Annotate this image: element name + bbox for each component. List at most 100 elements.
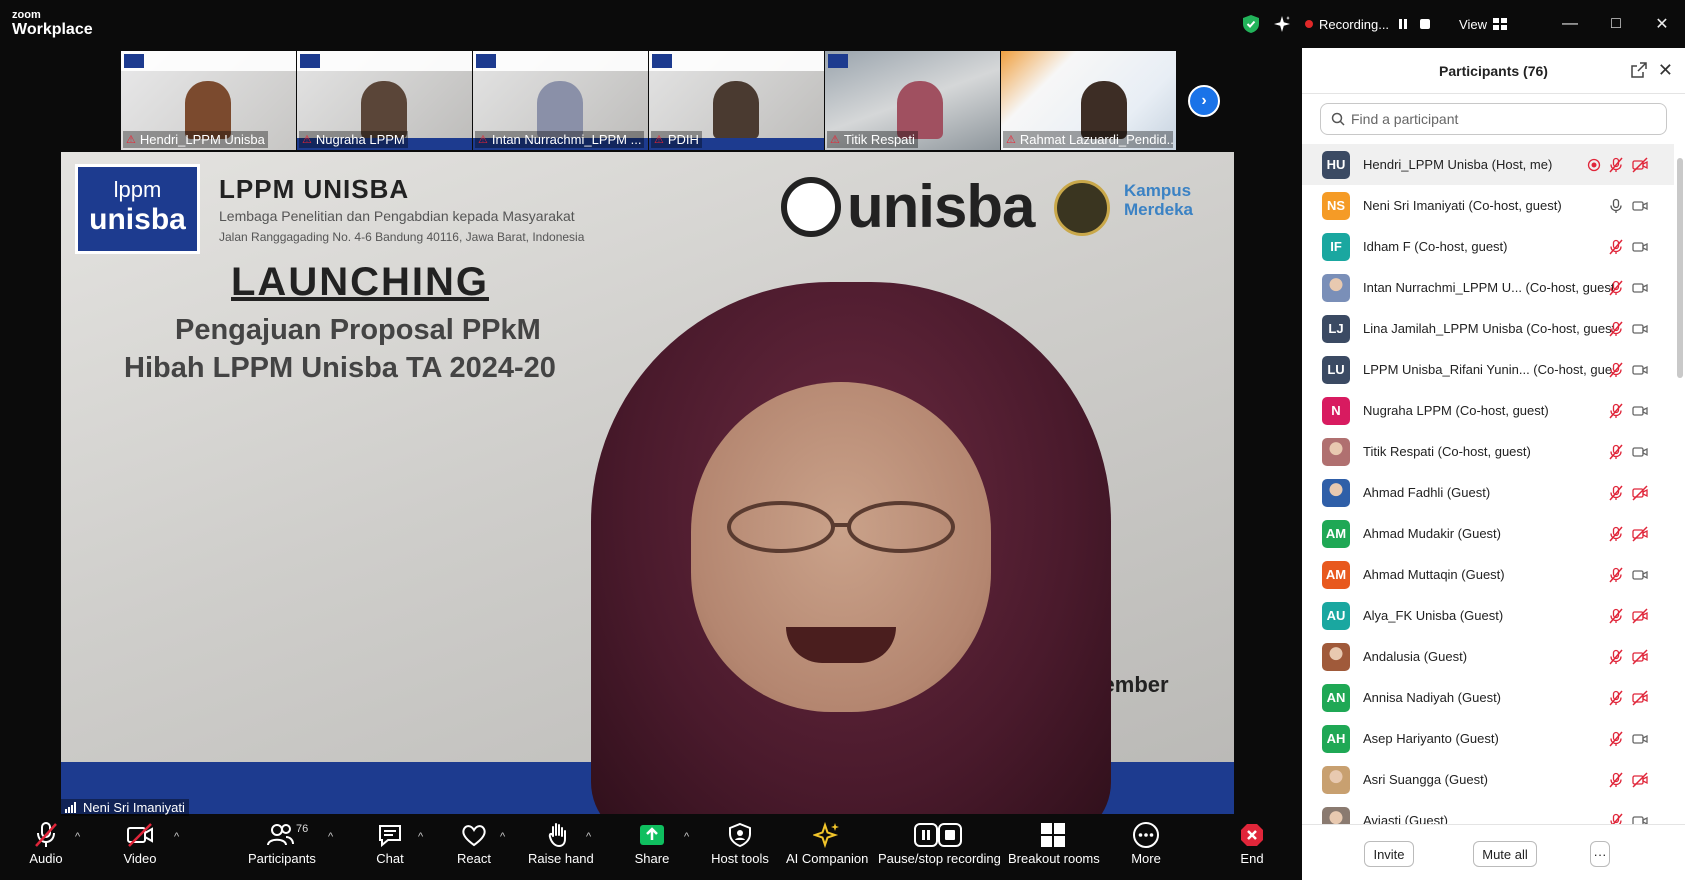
lppm-unisba-logo: lppm unisba (75, 164, 200, 254)
video-tile[interactable]: ⚠ PDIH (649, 51, 824, 150)
video-off-icon[interactable] (1632, 525, 1648, 542)
active-speaker-video[interactable]: lppm unisba LPPM UNISBA Lembaga Peneliti… (61, 152, 1234, 814)
video-tile[interactable]: ⚠ Intan Nurrachmi_LPPM ... (473, 51, 648, 150)
encryption-shield-icon[interactable] (1242, 15, 1259, 33)
video-icon[interactable] (1632, 567, 1648, 583)
raise-hand-options-caret[interactable]: ^ (586, 831, 591, 843)
video-tile[interactable]: ⚠ Nugraha LPPM (297, 51, 472, 150)
raise-hand-icon (548, 823, 566, 848)
host-tools-button[interactable]: Host tools (710, 821, 770, 877)
chat-button[interactable]: Chat (374, 821, 406, 877)
video-icon[interactable] (1632, 403, 1648, 419)
muted-mic-icon[interactable] (1608, 444, 1624, 460)
panel-scrollbar[interactable] (1677, 158, 1683, 378)
muted-mic-icon[interactable] (1608, 526, 1624, 542)
participant-row[interactable]: Andalusia (Guest) (1302, 636, 1674, 677)
participant-row[interactable]: N Nugraha LPPM (Co-host, guest) (1302, 390, 1674, 431)
close-window-button[interactable]: ✕ (1639, 0, 1685, 48)
video-button[interactable]: Video (118, 821, 162, 877)
raise-hand-button[interactable]: Raise hand (528, 821, 594, 877)
video-off-icon[interactable] (1632, 607, 1648, 624)
participant-row[interactable]: IF Idham F (Co-host, guest) (1302, 226, 1674, 267)
search-input[interactable] (1351, 111, 1651, 127)
popout-icon[interactable] (1631, 62, 1647, 78)
mic-icon[interactable] (1608, 198, 1624, 214)
participant-row[interactable]: LJ Lina Jamilah_LPPM Unisba (Co-host, gue… (1302, 308, 1674, 349)
participants-options-caret[interactable]: ^ (328, 831, 333, 843)
participant-name: Annisa Nadiyah (Guest) (1363, 690, 1502, 705)
participant-row[interactable]: AH Asep Hariyanto (Guest) (1302, 718, 1674, 759)
audio-button[interactable]: Audio (24, 821, 68, 877)
participant-row[interactable]: Intan Nurrachmi_LPPM U... (Co-host, gues… (1302, 267, 1674, 308)
video-icon[interactable] (1632, 444, 1648, 460)
participant-avatar: NS (1322, 191, 1350, 220)
breakout-rooms-button[interactable]: Breakout rooms (1008, 821, 1100, 877)
pause-stop-recording-button[interactable]: Pause/stop recording (878, 821, 1001, 877)
muted-mic-icon[interactable] (1608, 567, 1624, 583)
muted-mic-icon[interactable] (1608, 157, 1624, 173)
muted-mic-icon[interactable] (1608, 239, 1624, 255)
video-icon[interactable] (1632, 280, 1648, 296)
maximize-button[interactable]: □ (1593, 0, 1639, 48)
muted-mic-icon[interactable] (1608, 649, 1624, 665)
video-icon[interactable] (1632, 813, 1648, 824)
video-icon[interactable] (1632, 362, 1648, 378)
participant-row[interactable]: AN Annisa Nadiyah (Guest) (1302, 677, 1674, 718)
more-button[interactable]: More (1126, 821, 1166, 877)
video-tile[interactable]: ⚠ Rahmat Lazuardi_Pendid... (1001, 51, 1176, 150)
video-icon[interactable] (1632, 198, 1648, 214)
chat-options-caret[interactable]: ^ (418, 831, 423, 843)
participant-row[interactable]: Titik Respati (Co-host, guest) (1302, 431, 1674, 472)
muted-mic-icon[interactable] (1608, 772, 1624, 788)
video-tile[interactable]: ⚠ Hendri_LPPM Unisba (121, 51, 296, 150)
video-icon[interactable] (1632, 321, 1648, 337)
participant-name: Andalusia (Guest) (1363, 649, 1468, 664)
stop-recording-icon[interactable] (1417, 16, 1433, 32)
muted-mic-icon[interactable] (1608, 813, 1624, 824)
muted-mic-icon[interactable] (1608, 280, 1624, 296)
end-meeting-button[interactable]: End (1236, 821, 1268, 877)
participant-row[interactable]: LU LPPM Unisba_Rifani Yunin... (Co-host, … (1302, 349, 1674, 390)
panel-more-button[interactable]: ··· (1590, 841, 1610, 867)
participant-row[interactable]: HU Hendri_LPPM Unisba (Host, me) (1302, 144, 1674, 185)
participant-row[interactable]: AM Ahmad Muttaqin (Guest) (1302, 554, 1674, 595)
muted-mic-icon[interactable] (1608, 485, 1624, 501)
muted-mic-icon[interactable] (1608, 731, 1624, 747)
close-panel-icon[interactable]: ✕ (1658, 60, 1673, 81)
video-off-icon[interactable] (1632, 648, 1648, 665)
participant-row[interactable]: AU Alya_FK Unisba (Guest) (1302, 595, 1674, 636)
video-options-caret[interactable]: ^ (174, 831, 179, 843)
muted-mic-icon[interactable] (1608, 403, 1624, 419)
video-off-icon[interactable] (1632, 156, 1648, 173)
mute-all-button[interactable]: Mute all (1473, 841, 1537, 867)
muted-mic-icon[interactable] (1608, 690, 1624, 706)
invite-button[interactable]: Invite (1364, 841, 1414, 867)
video-off-icon[interactable] (1632, 771, 1648, 788)
video-icon[interactable] (1632, 731, 1648, 747)
participant-search[interactable] (1320, 103, 1667, 135)
participant-row[interactable]: Ahmad Fadhli (Guest) (1302, 472, 1674, 513)
recording-label: Recording... (1318, 16, 1390, 32)
ai-sparkle-icon[interactable] (1273, 15, 1291, 33)
audio-options-caret[interactable]: ^ (75, 831, 80, 843)
minimize-button[interactable]: — (1547, 0, 1593, 48)
muted-mic-icon[interactable] (1608, 608, 1624, 624)
video-off-icon[interactable] (1632, 484, 1648, 501)
video-icon[interactable] (1632, 239, 1648, 255)
next-page-button[interactable]: › (1188, 85, 1220, 117)
muted-mic-icon[interactable] (1608, 362, 1624, 378)
share-button[interactable]: Share (630, 821, 674, 877)
share-options-caret[interactable]: ^ (684, 831, 689, 843)
react-options-caret[interactable]: ^ (500, 831, 505, 843)
participant-row[interactable]: Asri Suangga (Guest) (1302, 759, 1674, 800)
pause-recording-icon[interactable] (1395, 16, 1411, 32)
participant-row[interactable]: NS Neni Sri Imaniyati (Co-host, guest) (1302, 185, 1674, 226)
react-button[interactable]: React (456, 821, 492, 877)
video-tile[interactable]: ⚠ Titik Respati (825, 51, 1000, 150)
participant-row[interactable]: Aviasti (Guest) (1302, 800, 1674, 824)
video-off-icon[interactable] (1632, 689, 1648, 706)
participant-row[interactable]: AM Ahmad Mudakir (Guest) (1302, 513, 1674, 554)
ai-companion-button[interactable]: AI Companion (786, 821, 868, 877)
view-button[interactable]: View (1459, 17, 1507, 32)
muted-mic-icon[interactable] (1608, 321, 1624, 337)
